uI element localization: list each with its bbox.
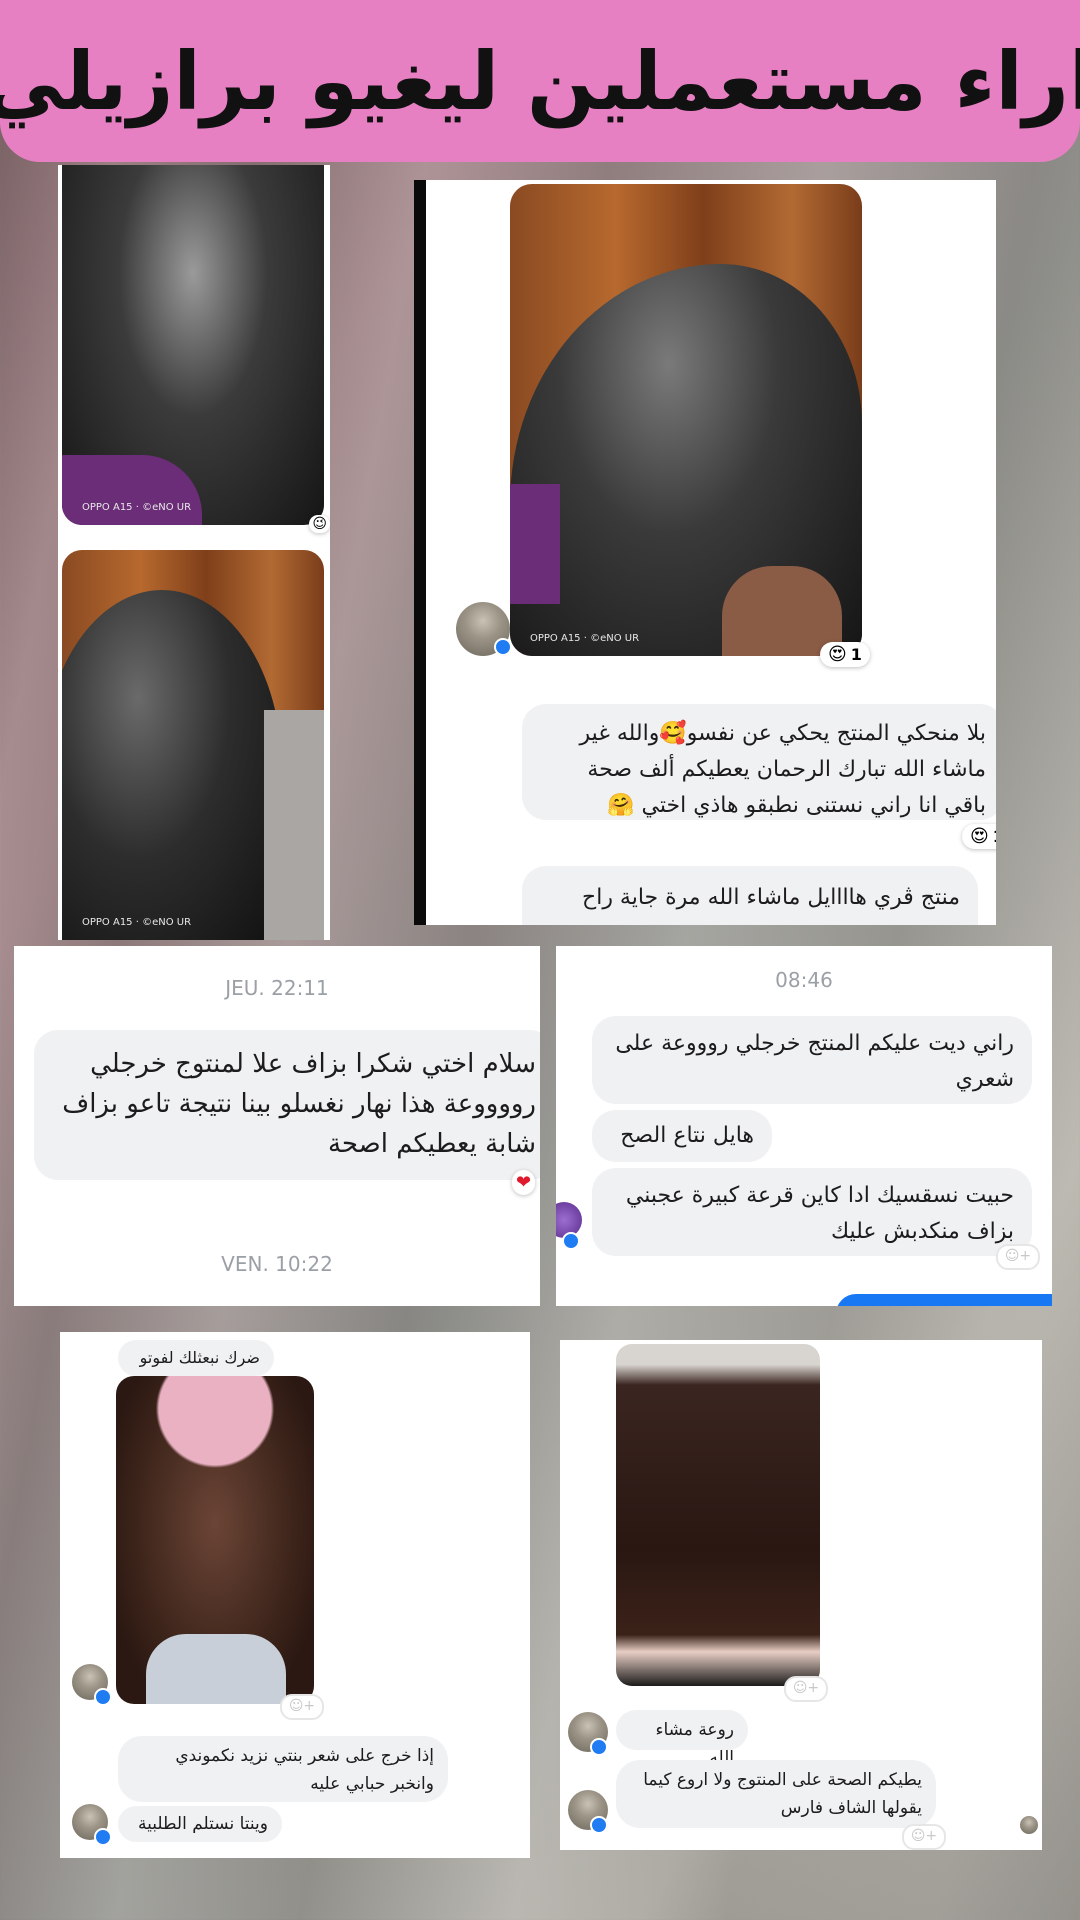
chat-panel-bottom-right: ☺+ روعة مشاء الله يطيكم الصحة على المنتو… — [560, 1340, 1042, 1850]
timestamp: 08:46 — [775, 968, 833, 992]
hair-result-photo[interactable]: OPPO A15 · ©eNO UR — [510, 184, 862, 656]
message-text: وينتا نستلم الطلبية — [137, 1814, 268, 1834]
hand-shape — [722, 566, 842, 656]
chat-bubble-message: سلام اختي شكرا بزاف علا لمنتوج خرجلي روو… — [34, 1030, 540, 1180]
messenger-badge-icon — [590, 1738, 608, 1756]
add-reaction-icon[interactable]: ☺+ — [784, 1676, 828, 1702]
heart-reaction[interactable]: ❤ — [512, 1170, 536, 1195]
small-avatar — [1020, 1816, 1038, 1834]
timestamp-top: JEU. 22:11 — [225, 976, 329, 1000]
add-reaction-icon[interactable]: ☺+ — [280, 1694, 324, 1720]
message-text: هايل نتاع الصح — [620, 1123, 754, 1148]
chat-bubble-message-3: حبيت نسقسيك ادا كاين قرعة كبيرة عجبني بز… — [592, 1168, 1032, 1256]
message-text: منتج ڤري هاااايل ماشاء الله مرة جاية راح — [582, 885, 960, 910]
photo-caption: OPPO A15 · ©eNO UR — [530, 633, 640, 644]
grey-sweater-shape — [264, 710, 324, 940]
chat-bubble-message-2: منتج ڤري هاااايل ماشاء الله مرة جاية راح — [522, 866, 978, 925]
message-text: يطيكم الصحة على المنتوج ولا اروع كيما يق… — [643, 1770, 922, 1818]
curly-hair-photo[interactable] — [116, 1376, 314, 1704]
shirt-shape — [146, 1634, 286, 1704]
messenger-badge-icon — [94, 1828, 112, 1846]
chat-bubble-message-1: روعة مشاء الله — [616, 1710, 748, 1768]
chat-bubble-message-2: هايل نتاع الصح — [592, 1110, 772, 1162]
chat-bubble-message-2: وينتا نستلم الطلبية — [118, 1806, 282, 1842]
message-text: بلا منحكي المنتج يحكي عن نفسو🥰والله غير … — [579, 721, 986, 818]
chat-bubble-message-1: إذا خرج على شعر بنتي نزيد نكموندي وانخبر… — [118, 1736, 448, 1802]
chat-panel-bottom-left: ضرك نبعثلك لفوتو ☺+ إذا خرج على شعر بنتي… — [60, 1332, 530, 1858]
main-chat-panel: OPPO A15 · ©eNO UR 😍 1 بلا منحكي المنتج … — [414, 180, 996, 925]
heart-icon: ❤ — [516, 1172, 532, 1193]
photo-reaction[interactable]: 😍 1 — [820, 642, 870, 667]
hair-after-photo-1: OPPO A15 · ©eNO UR — [62, 550, 324, 940]
dark-hair-shape — [62, 590, 282, 940]
message-reaction[interactable]: 😍 1 — [962, 824, 996, 849]
outgoing-bubble-edge — [836, 1294, 1052, 1306]
heart-eyes-emoji-icon: 😍 — [828, 644, 847, 665]
message-text: حبيت نسقسيك ادا كاين قرعة كبيرة عجبني بز… — [625, 1183, 1014, 1244]
purple-clothing-shape — [62, 455, 202, 525]
reaction-count: 1 — [850, 645, 862, 664]
reaction-count: 1 — [993, 827, 996, 846]
messenger-badge-icon — [94, 1688, 112, 1706]
message-text: سلام اختي شكرا بزاف علا لمنتوج خرجلي روو… — [62, 1049, 536, 1159]
purple-clothing-shape — [510, 484, 560, 604]
timestamp-bottom: VEN. 10:22 — [221, 1252, 333, 1276]
photo-caption: OPPO A15 · ©eNO UR — [82, 917, 192, 928]
title-banner: اراء مستعملين ليغيو برازيلي — [0, 0, 1080, 162]
add-reaction-icon[interactable]: ☺+ — [902, 1824, 946, 1850]
messenger-badge-icon — [562, 1232, 580, 1250]
messenger-badge-icon — [590, 1816, 608, 1834]
chat-panel-mid-right: 08:46 راني ديت عليكم المنتج خرجلي روووعة… — [556, 946, 1052, 1306]
chat-bubble-message-1: بلا منحكي المنتج يحكي عن نفسو🥰والله غير … — [522, 704, 996, 820]
left-photo-panel: OPPO A15 · ©eNO UR 😉 OPPO A15 · ©eNO UR — [58, 165, 330, 940]
scalp-before-photo: OPPO A15 · ©eNO UR — [62, 165, 324, 525]
message-text: ضرك نبعثلك لفوتو — [139, 1348, 260, 1367]
long-hair-photo[interactable] — [616, 1344, 820, 1686]
chat-bubble-message-2: يطيكم الصحة على المنتوج ولا اروع كيما يق… — [616, 1760, 936, 1828]
message-text: راني ديت عليكم المنتج خرجلي روووعة على ش… — [615, 1031, 1014, 1092]
chat-bubble-message-1: راني ديت عليكم المنتج خرجلي روووعة على ش… — [592, 1016, 1032, 1104]
page-title: اراء مستعملين ليغيو برازيلي — [0, 34, 1080, 128]
photo-caption: OPPO A15 · ©eNO UR — [82, 502, 192, 513]
chat-bubble-top: ضرك نبعثلك لفوتو — [118, 1340, 274, 1376]
reaction-emoji: 😉 — [309, 515, 330, 533]
heart-eyes-emoji-icon: 😍 — [970, 826, 989, 847]
add-reaction-icon[interactable]: ☺+ — [996, 1244, 1040, 1270]
chat-panel-mid-left: JEU. 22:11 سلام اختي شكرا بزاف علا لمنتو… — [14, 946, 540, 1306]
messenger-badge-icon — [494, 638, 512, 656]
message-text: إذا خرج على شعر بنتي نزيد نكموندي وانخبر… — [175, 1746, 434, 1794]
